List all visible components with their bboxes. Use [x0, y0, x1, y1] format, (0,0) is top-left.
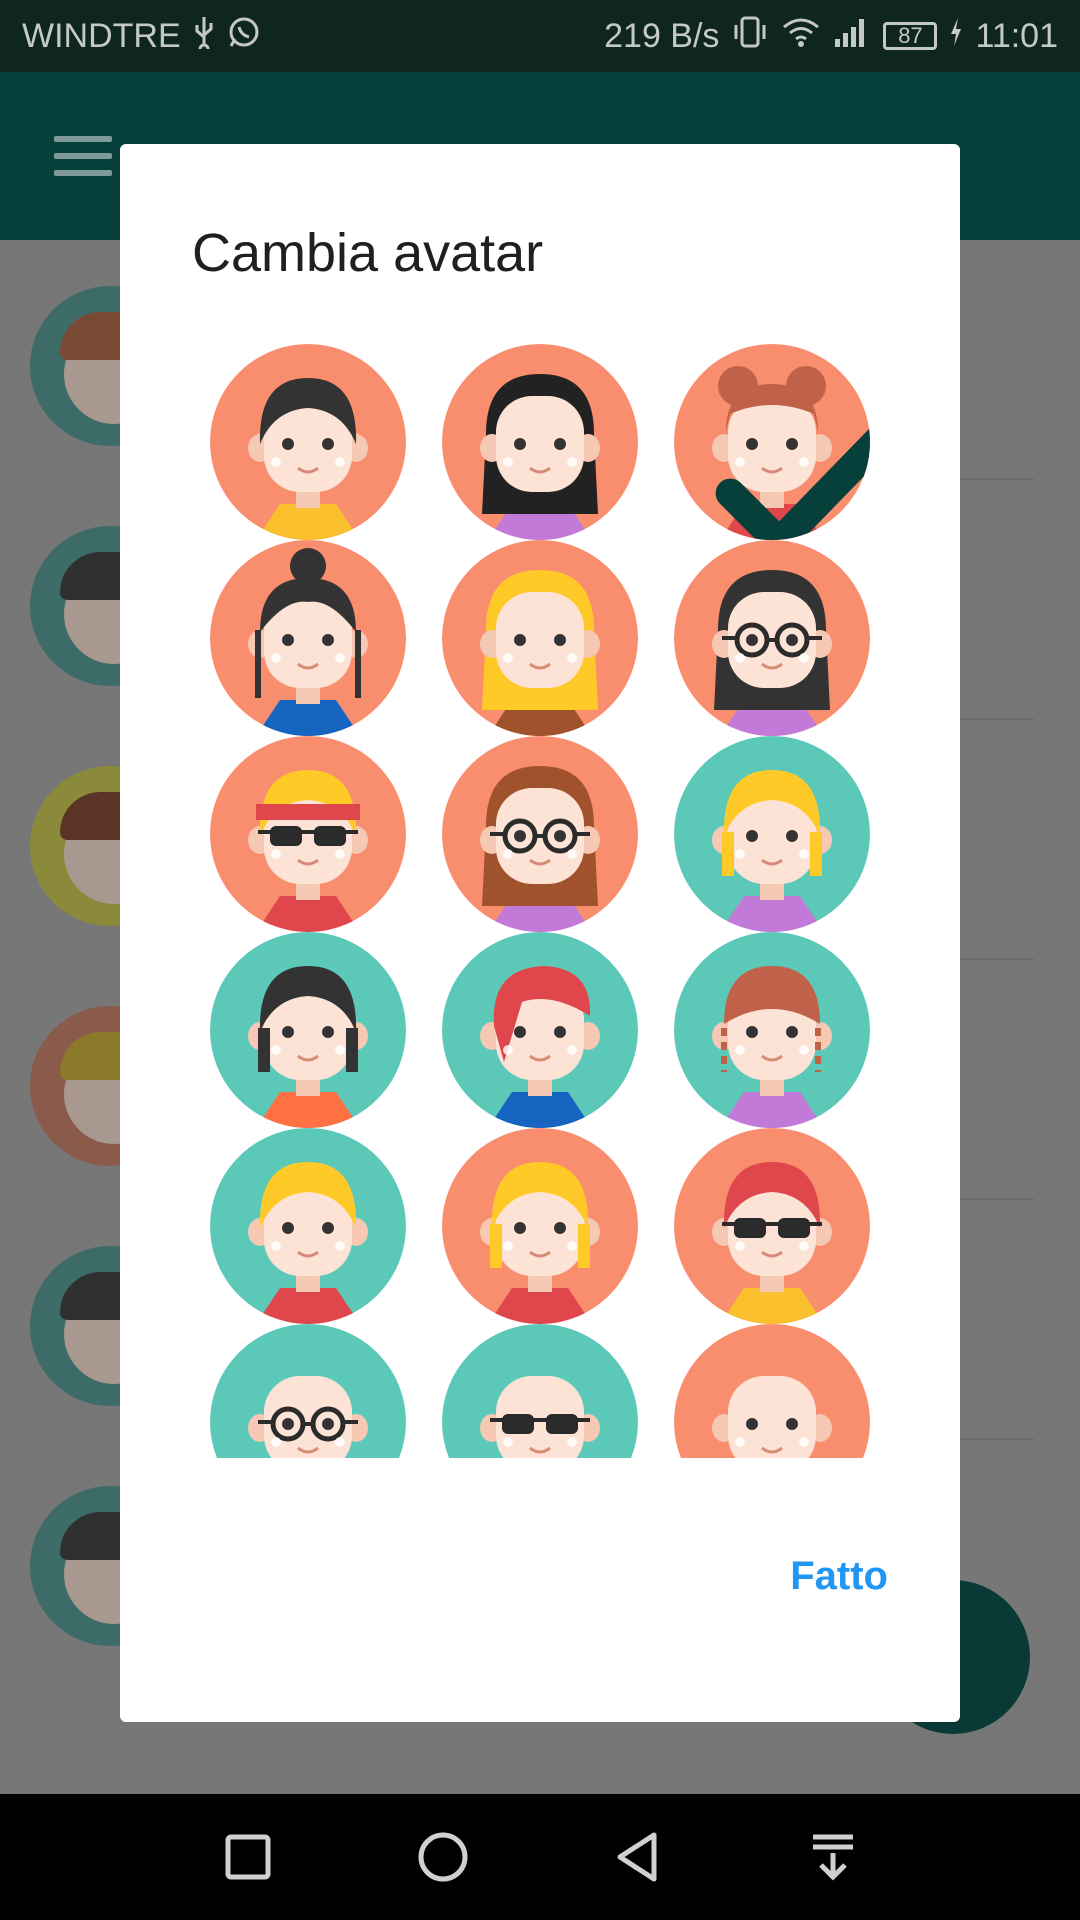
avatar-2[interactable]: [442, 344, 638, 540]
clock: 11:01: [975, 16, 1058, 55]
charging-icon: [949, 17, 963, 56]
avatar-6[interactable]: [674, 540, 870, 736]
usb-icon: [191, 15, 217, 58]
dialog-title: Cambia avatar: [192, 223, 544, 283]
change-avatar-dialog: Cambia avatar Fatto: [120, 144, 960, 1722]
wifi-icon: [781, 15, 821, 58]
avatar-4[interactable]: [210, 540, 406, 736]
avatar-3[interactable]: [674, 344, 870, 540]
avatar-17[interactable]: [442, 1324, 638, 1458]
avatar-16[interactable]: [210, 1324, 406, 1458]
back-icon[interactable]: [608, 1827, 668, 1887]
navigation-bar: [0, 1794, 1080, 1920]
avatar-grid[interactable]: [210, 344, 870, 1458]
vibrate-icon: [731, 15, 769, 58]
avatar-12[interactable]: [674, 932, 870, 1128]
avatar-9[interactable]: [674, 736, 870, 932]
whatsapp-icon: [227, 15, 261, 58]
avatar-18[interactable]: [674, 1324, 870, 1458]
recent-apps-icon[interactable]: [218, 1827, 278, 1887]
network-speed: 219 B/s: [604, 16, 720, 55]
carrier-name: WINDTRE: [22, 16, 181, 55]
battery-icon: 87: [883, 22, 938, 50]
done-button[interactable]: Fatto: [790, 1554, 888, 1599]
avatar-11[interactable]: [442, 932, 638, 1128]
avatar-10[interactable]: [210, 932, 406, 1128]
home-icon[interactable]: [413, 1827, 473, 1887]
status-bar: WINDTRE 219 B/s 87 11:01: [0, 0, 1080, 72]
signal-icon: [833, 15, 871, 58]
avatar-1[interactable]: [210, 344, 406, 540]
menu-icon[interactable]: [54, 136, 112, 176]
avatar-13[interactable]: [210, 1128, 406, 1324]
avatar-7[interactable]: [210, 736, 406, 932]
avatar-15[interactable]: [674, 1128, 870, 1324]
avatar-5[interactable]: [442, 540, 638, 736]
avatar-8[interactable]: [442, 736, 638, 932]
avatar-14[interactable]: [442, 1128, 638, 1324]
notification-shade-icon[interactable]: [803, 1827, 863, 1887]
